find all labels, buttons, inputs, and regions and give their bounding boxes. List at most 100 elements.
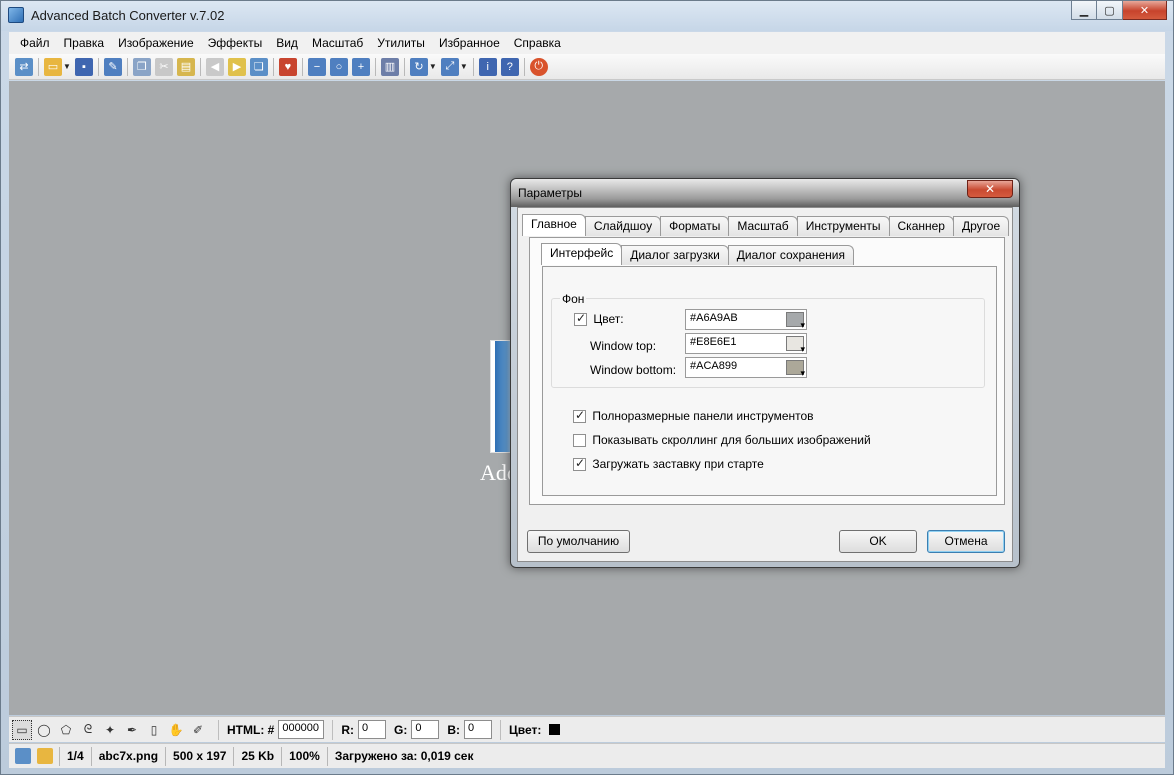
resize-icon[interactable]: ⤢ xyxy=(440,57,459,76)
previous-image-icon[interactable]: ◀ xyxy=(205,57,224,76)
tab-scanner[interactable]: Сканнер xyxy=(888,216,954,236)
status-load-time: Загружено за: 0,019 сек xyxy=(326,746,481,766)
background-color-picker-icon[interactable] xyxy=(786,312,805,331)
show-scrolling-checkbox[interactable] xyxy=(573,434,586,448)
subtab-interface[interactable]: Интерфейс xyxy=(541,243,623,265)
menu-favorites[interactable]: Избранное xyxy=(432,36,507,50)
window-top-color-picker-icon[interactable] xyxy=(786,336,805,355)
splash-checkbox[interactable] xyxy=(573,456,586,472)
dialog-body: Главное Слайдшоу Форматы Масштаб Инструм… xyxy=(517,207,1013,562)
menu-help[interactable]: Справка xyxy=(507,36,568,50)
maximize-button[interactable]: ▢ xyxy=(1097,1,1123,20)
color-label: Цвет: xyxy=(509,722,542,737)
folder-icon[interactable] xyxy=(37,748,53,764)
current-color-swatch[interactable] xyxy=(549,724,561,735)
b-label: B: xyxy=(447,722,461,737)
favorites-icon[interactable]: ♥ xyxy=(278,57,297,76)
next-image-icon[interactable]: ▶ xyxy=(227,57,246,76)
menu-effects[interactable]: Эффекты xyxy=(201,36,270,50)
open-dropdown-icon[interactable]: ▼ xyxy=(63,62,71,71)
menu-edit[interactable]: Правка xyxy=(57,36,112,50)
menu-file[interactable]: Файл xyxy=(13,36,57,50)
r-input[interactable]: 0 xyxy=(358,720,386,739)
zoom-fit-icon[interactable]: ○ xyxy=(329,57,348,76)
minimize-button[interactable]: ▁ xyxy=(1071,1,1097,20)
duplicate-icon[interactable]: ❏ xyxy=(249,57,268,76)
pencil-icon[interactable]: ✐ xyxy=(188,720,208,740)
hand-icon[interactable]: ✋ xyxy=(166,720,186,740)
lasso-icon[interactable]: ᘓ xyxy=(78,720,98,740)
exit-icon[interactable]: ⏻ xyxy=(529,57,548,76)
menu-zoom[interactable]: Масштаб xyxy=(305,36,370,50)
tab-other[interactable]: Другое xyxy=(952,216,1010,236)
rect-select-icon[interactable]: ▭ xyxy=(12,719,32,740)
toolbar-separator xyxy=(403,57,405,76)
tab-formats[interactable]: Форматы xyxy=(660,216,730,236)
zoom-in-icon[interactable]: + xyxy=(351,57,370,76)
window-bottom-color-picker-icon[interactable] xyxy=(786,360,805,379)
dialog-close-button[interactable]: ✕ xyxy=(967,180,1013,198)
option-fullsize-toolbars[interactable]: Полноразмерные панели инструментов xyxy=(573,408,814,424)
ok-button[interactable]: OK xyxy=(839,530,917,553)
cancel-button[interactable]: Отмена xyxy=(927,530,1005,553)
window-bottom-label: Window bottom: xyxy=(590,363,677,377)
resize-dropdown-icon[interactable]: ▼ xyxy=(460,62,468,71)
subtab-load-dialog[interactable]: Диалог загрузки xyxy=(621,245,729,265)
option-splash[interactable]: Загружать заставку при старте xyxy=(573,456,764,472)
close-button[interactable]: ✕ xyxy=(1123,1,1167,20)
tab-zoom[interactable]: Масштаб xyxy=(728,216,798,236)
window-bottom-color-field[interactable]: #ACA899 xyxy=(685,357,807,379)
ellipse-select-icon[interactable]: ◯ xyxy=(34,720,54,740)
tab-slideshow[interactable]: Слайдшоу xyxy=(584,216,662,236)
sub-tabs: Интерфейс Диалог загрузки Диалог сохране… xyxy=(541,243,854,265)
menu-view[interactable]: Вид xyxy=(269,36,305,50)
help-icon[interactable]: ? xyxy=(500,57,519,76)
toolbar-separator xyxy=(126,57,128,76)
rotate-dropdown-icon[interactable]: ▼ xyxy=(429,62,437,71)
g-input[interactable]: 0 xyxy=(411,720,440,739)
print-icon[interactable]: ▥ xyxy=(380,57,399,76)
cut-icon[interactable]: ✂ xyxy=(154,57,173,76)
background-color-field[interactable]: #A6A9AB xyxy=(685,309,807,331)
toolpanel-separator xyxy=(500,719,502,740)
copy-icon[interactable]: ❐ xyxy=(132,57,151,76)
new-file-icon[interactable] xyxy=(15,748,31,764)
polygon-select-icon[interactable]: ⬠ xyxy=(56,720,76,740)
tab-tools[interactable]: Инструменты xyxy=(796,216,890,236)
color-checkbox[interactable] xyxy=(574,311,587,327)
zoom-out-icon[interactable]: − xyxy=(307,57,326,76)
open-folder-icon[interactable]: ▭ xyxy=(44,57,62,76)
window-top-color-field[interactable]: #E8E6E1 xyxy=(685,333,807,355)
title-bar[interactable]: Advanced Batch Converter v.7.02 ▁ ▢ ✕ xyxy=(1,1,1173,31)
b-input[interactable]: 0 xyxy=(464,720,493,739)
eyedropper-icon[interactable]: ✒ xyxy=(122,720,142,740)
save-icon[interactable]: ▪ xyxy=(74,57,93,76)
pipette-icon[interactable]: ✎ xyxy=(103,57,122,76)
window-top-label: Window top: xyxy=(590,339,657,353)
background-group-label: Фон xyxy=(560,292,587,306)
color-checkbox-row[interactable]: Цвет: xyxy=(574,311,624,327)
toolbar-separator xyxy=(472,57,474,76)
fullsize-toolbars-checkbox[interactable] xyxy=(573,408,586,424)
menu-utilities[interactable]: Утилиты xyxy=(370,36,432,50)
g-label: G: xyxy=(394,722,408,737)
subtab-save-dialog[interactable]: Диалог сохранения xyxy=(727,245,854,265)
magic-wand-icon[interactable]: ✦ xyxy=(100,720,120,740)
info-icon[interactable]: i xyxy=(478,57,497,76)
status-filename: abc7x.png xyxy=(90,746,165,766)
main-tab-panel: Интерфейс Диалог загрузки Диалог сохране… xyxy=(529,237,1005,505)
background-group: Фон Цвет: #A6A9AB Window top: #E8E6E1 xyxy=(551,292,985,388)
tab-main[interactable]: Главное xyxy=(522,214,586,236)
dialog-title-bar[interactable]: Параметры ✕ xyxy=(511,179,1019,207)
option-show-scrolling[interactable]: Показывать скроллинг для больших изображ… xyxy=(573,433,871,448)
bucket-icon[interactable]: ▯ xyxy=(144,720,164,740)
html-color-input[interactable]: 000000 xyxy=(278,720,325,739)
status-zoom: 100% xyxy=(281,746,327,766)
toolpanel-separator xyxy=(332,719,334,740)
menu-image[interactable]: Изображение xyxy=(111,36,201,50)
paste-icon[interactable]: ▤ xyxy=(176,57,195,76)
defaults-button[interactable]: По умолчанию xyxy=(527,530,630,553)
batch-convert-icon[interactable]: ⇄ xyxy=(15,57,33,76)
rotate-icon[interactable]: ↻ xyxy=(409,57,428,76)
html-label: HTML: # xyxy=(227,722,275,737)
